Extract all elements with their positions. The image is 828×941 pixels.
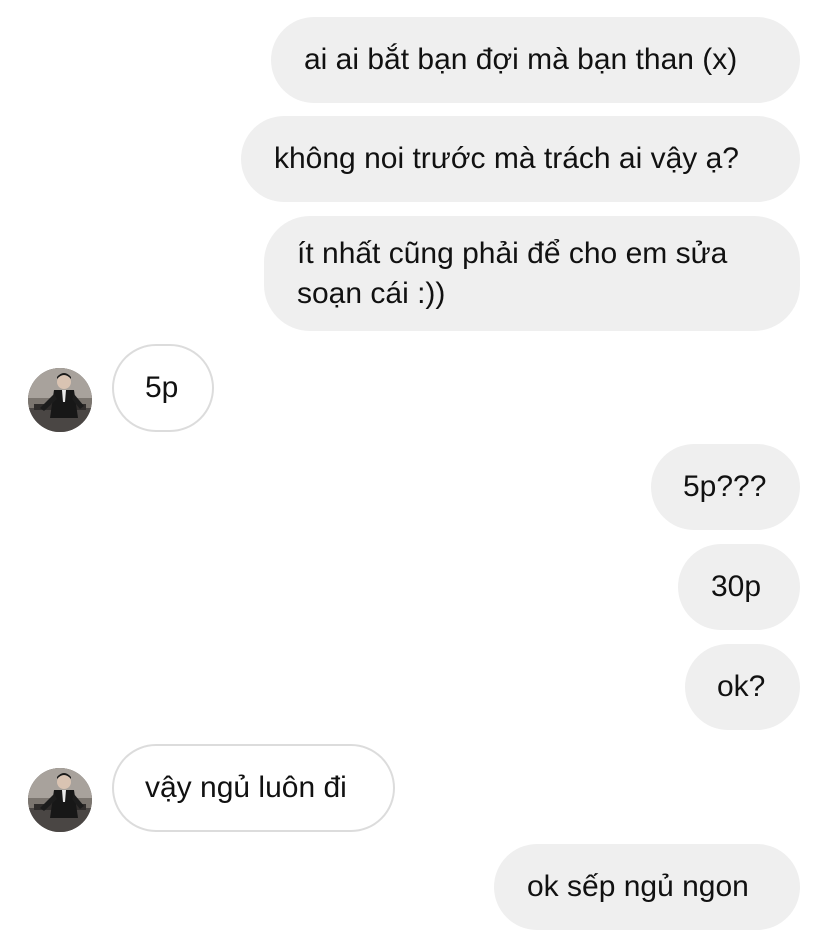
contact-avatar[interactable]: [28, 768, 92, 832]
message-text: 5p???: [683, 470, 767, 503]
contact-avatar[interactable]: [28, 368, 92, 432]
outgoing-message-bubble[interactable]: ít nhất cũng phải để cho em sửa soạn cái…: [264, 216, 800, 331]
contact-avatar-photo-icon: [28, 368, 92, 432]
message-text: 5p: [145, 371, 179, 404]
incoming-message-bubble[interactable]: 5p: [112, 344, 214, 432]
contact-avatar-photo-icon: [28, 768, 92, 832]
outgoing-message-bubble[interactable]: ok?: [685, 644, 800, 730]
message-text: ok?: [717, 670, 766, 703]
outgoing-message-bubble[interactable]: ai ai bắt bạn đợi mà bạn than (x): [271, 17, 800, 103]
outgoing-message-bubble[interactable]: ok sếp ngủ ngon: [494, 844, 800, 930]
message-text: ai ai bắt bạn đợi mà bạn than (x): [304, 43, 738, 76]
message-text: không noi trước mà trách ai vậy ạ?: [274, 142, 739, 175]
message-text: 30p: [711, 570, 762, 603]
incoming-message-bubble[interactable]: vậy ngủ luôn đi: [112, 744, 395, 832]
message-thread: ai ai bắt bạn đợi mà bạn than (x) không …: [0, 0, 828, 941]
outgoing-message-bubble[interactable]: không noi trước mà trách ai vậy ạ?: [241, 116, 800, 202]
message-text: ok sếp ngủ ngon: [527, 870, 749, 903]
message-text: ít nhất cũng phải để cho em sửa soạn cái…: [297, 237, 728, 310]
outgoing-message-bubble[interactable]: 30p: [678, 544, 800, 630]
message-text: vậy ngủ luôn đi: [145, 771, 347, 804]
outgoing-message-bubble[interactable]: 5p???: [651, 444, 800, 530]
